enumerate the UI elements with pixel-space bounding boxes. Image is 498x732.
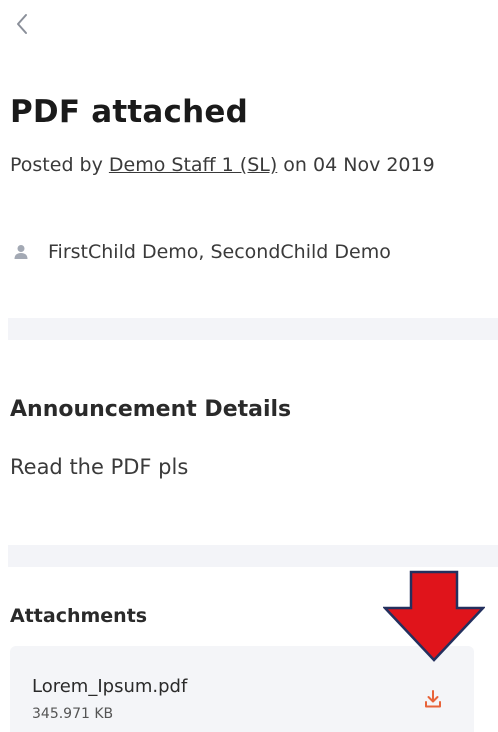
details-heading: Announcement Details	[10, 397, 292, 422]
page-title: PDF attached	[10, 94, 248, 130]
section-divider	[8, 318, 498, 340]
attachment-file-name: Lorem_Ipsum.pdf	[32, 676, 188, 697]
posted-by-line: Posted by Demo Staff 1 (SL) on 04 Nov 20…	[10, 151, 450, 180]
details-body: Read the PDF pls	[10, 455, 189, 479]
attachment-item[interactable]: Lorem_Ipsum.pdf 345.971 KB	[10, 646, 474, 732]
attachments-heading: Attachments	[10, 605, 148, 627]
recipients-text: FirstChild Demo, SecondChild Demo	[48, 241, 391, 263]
section-divider	[8, 545, 498, 567]
person-icon	[10, 241, 32, 263]
download-button[interactable]	[420, 686, 446, 712]
posted-by-prefix: Posted by	[10, 154, 109, 176]
chevron-left-icon	[17, 14, 27, 34]
attachment-file-size: 345.971 KB	[32, 706, 114, 722]
announcement-detail-screen: PDF attached Posted by Demo Staff 1 (SL)…	[0, 0, 498, 732]
back-button[interactable]	[8, 10, 36, 38]
recipients-row: FirstChild Demo, SecondChild Demo	[10, 241, 391, 263]
author-link[interactable]: Demo Staff 1 (SL)	[109, 154, 277, 176]
posted-date: on 04 Nov 2019	[277, 154, 435, 176]
download-icon	[425, 690, 441, 708]
